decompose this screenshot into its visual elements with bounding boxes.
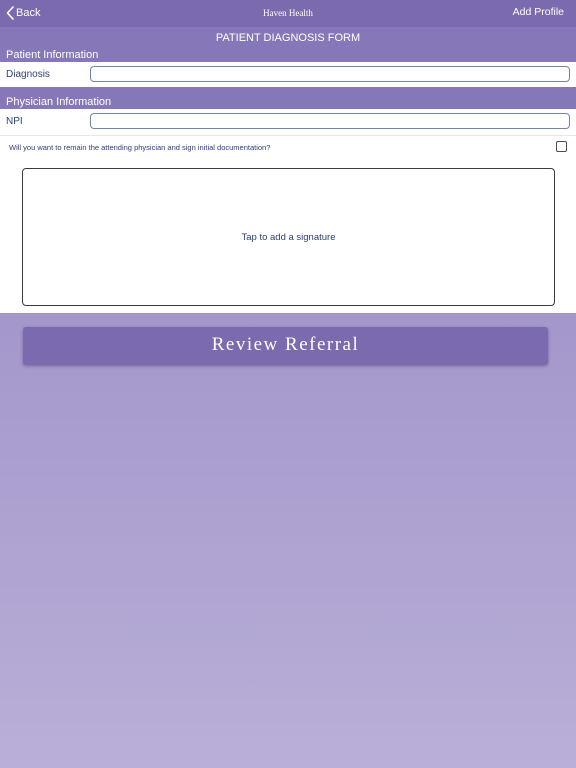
navigation-bar: Back Haven Health Add Profile	[0, 0, 576, 27]
signature-pad[interactable]: Tap to add a signature	[22, 168, 555, 306]
npi-input[interactable]	[90, 113, 570, 129]
signature-hint: Tap to add a signature	[241, 232, 336, 243]
add-profile-button[interactable]: Add Profile	[513, 6, 564, 18]
physician-information-title: Physician Information	[6, 96, 112, 108]
attending-physician-question-row: Will you want to remain the attending ph…	[0, 135, 576, 160]
form-title: PATIENT DIAGNOSIS FORM	[215, 32, 361, 44]
diagnosis-row: Diagnosis	[0, 62, 576, 87]
signature-section: Tap to add a signature	[0, 160, 576, 313]
diagnosis-label: Diagnosis	[6, 69, 50, 80]
form-title-bar: PATIENT DIAGNOSIS FORM	[0, 27, 576, 49]
npi-label: NPI	[6, 116, 23, 127]
review-referral-button[interactable]: Review Referral	[23, 327, 548, 365]
app-title: Haven Health	[263, 8, 313, 18]
patient-information-header: Patient Information	[0, 49, 576, 62]
diagnosis-input[interactable]	[90, 66, 570, 82]
physician-information-header: Physician Information	[0, 87, 576, 109]
attending-physician-question: Will you want to remain the attending ph…	[9, 143, 271, 152]
review-referral-label: Review Referral	[211, 334, 360, 355]
patient-information-title: Patient Information	[6, 49, 99, 61]
npi-row: NPI	[0, 109, 576, 135]
attending-physician-checkbox[interactable]	[556, 141, 567, 152]
